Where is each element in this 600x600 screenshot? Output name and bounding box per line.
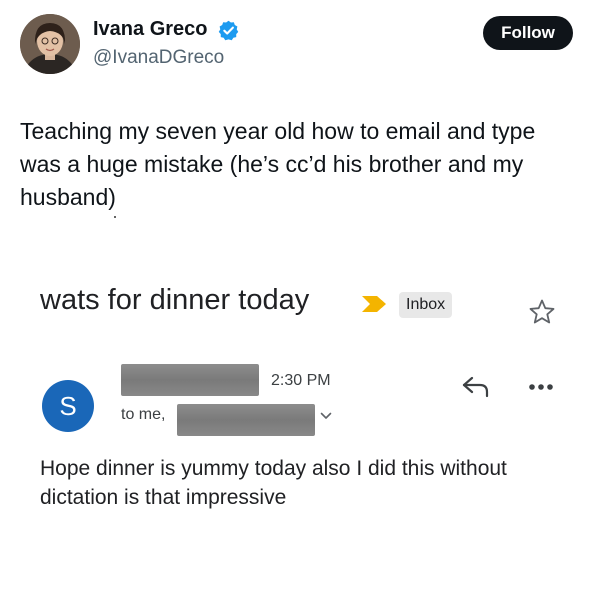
sender-avatar[interactable]: S [42,380,94,432]
star-icon[interactable] [528,298,556,326]
importance-marker-icon[interactable] [360,295,388,313]
recipients-prefix: to me, [121,406,166,423]
more-options-icon[interactable] [528,383,554,391]
stray-dot [114,216,116,218]
redacted-sender-name [121,364,259,396]
redacted-recipient-name [177,404,315,436]
follow-button[interactable]: Follow [483,16,573,50]
email-body: Hope dinner is yummy today also I did th… [40,457,507,509]
author-display-name[interactable]: Ivana Greco [93,18,208,41]
email-time: 2:30 PM [271,372,331,389]
author-handle[interactable]: @IvanaDGreco [93,47,224,69]
tweet-text: Teaching my seven year old how to email … [20,118,536,210]
author-avatar[interactable] [20,14,80,74]
verified-badge-icon [218,20,239,41]
email-subject: wats for dinner today [40,284,310,316]
inbox-label[interactable]: Inbox [399,292,453,318]
reply-icon[interactable] [461,374,491,398]
chevron-down-icon[interactable] [320,411,332,421]
